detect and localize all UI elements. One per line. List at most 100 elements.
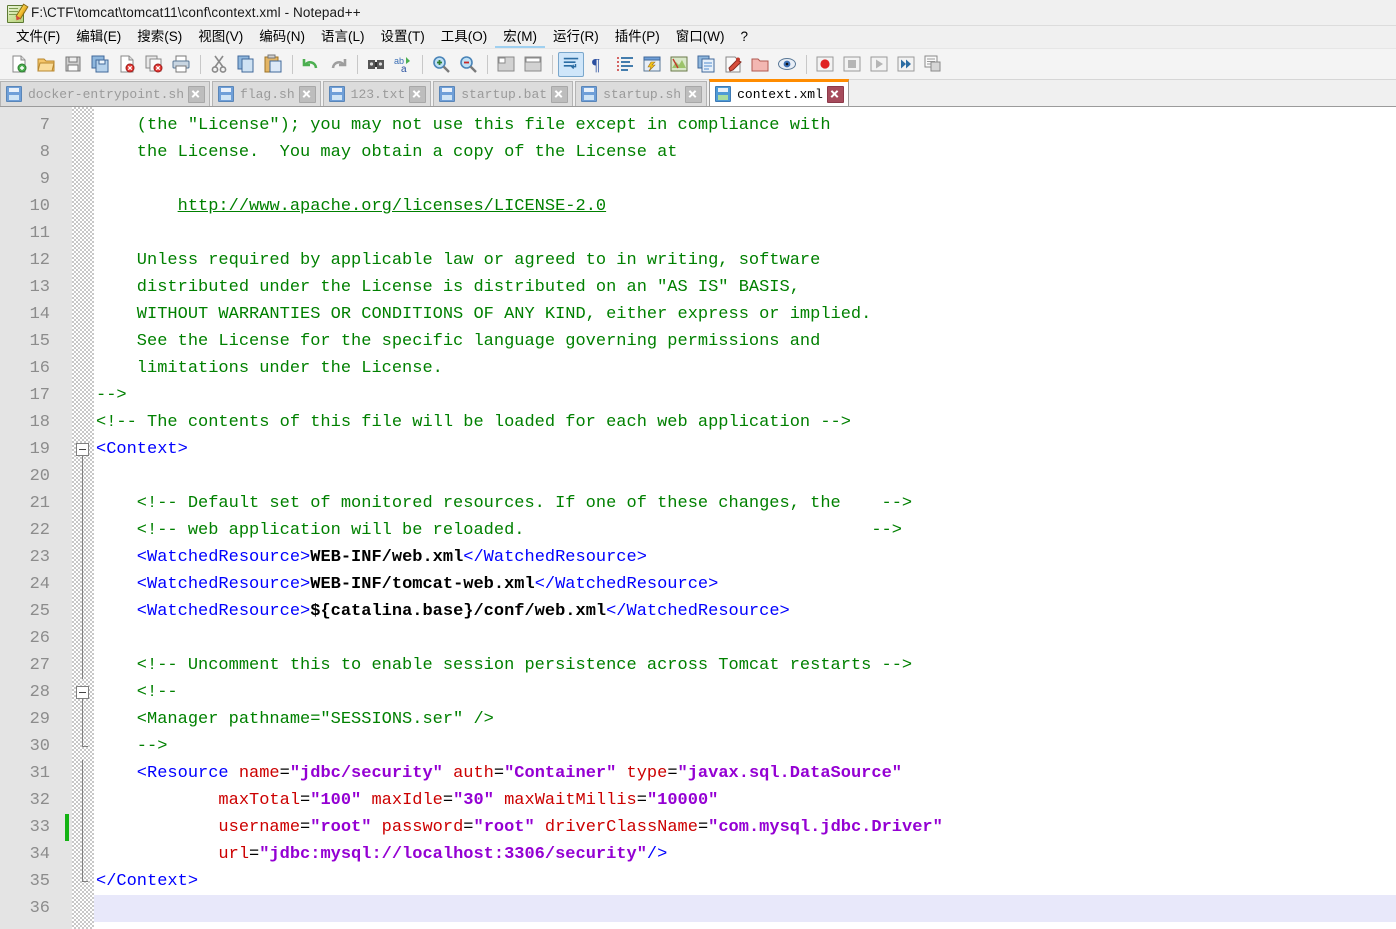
code-text-area[interactable]: (the "License"); you may not use this fi… (94, 107, 1396, 929)
save-macro-icon[interactable] (920, 52, 946, 77)
code-line[interactable] (94, 895, 1396, 922)
record-macro-icon[interactable] (812, 52, 838, 77)
show-all-characters-icon[interactable]: ¶ (585, 52, 611, 77)
marker-slot (62, 490, 72, 517)
code-line[interactable]: username="root" password="root" driverCl… (94, 814, 1396, 841)
menu-window[interactable]: 窗口(W) (668, 26, 733, 48)
code-line[interactable]: <!-- The contents of this file will be l… (94, 409, 1396, 436)
save-all-icon[interactable] (87, 52, 113, 77)
run-macro-multiple-icon[interactable] (893, 52, 919, 77)
code-line[interactable]: <!-- web application will be reloaded. -… (94, 517, 1396, 544)
menu-tools[interactable]: 工具(O) (433, 26, 496, 48)
fold-line (82, 706, 83, 733)
code-line[interactable]: Unless required by applicable law or agr… (94, 247, 1396, 274)
tab-flag-sh[interactable]: flag.sh (212, 81, 321, 106)
fold-line (82, 787, 83, 814)
menu-help[interactable]: ? (732, 26, 756, 48)
code-line[interactable]: <Manager pathname="SESSIONS.ser" /> (94, 706, 1396, 733)
undo-icon[interactable] (298, 52, 324, 77)
close-tab-icon[interactable] (685, 85, 703, 103)
user-defined-language-icon[interactable] (639, 52, 665, 77)
copy-icon[interactable] (233, 52, 259, 77)
menu-file[interactable]: 文件(F) (8, 26, 68, 48)
find-icon[interactable] (363, 52, 389, 77)
code-line[interactable]: http://www.apache.org/licenses/LICENSE-2… (94, 193, 1396, 220)
code-line[interactable]: <Resource name="jdbc/security" auth="Con… (94, 760, 1396, 787)
sync-horizontal-icon[interactable] (520, 52, 546, 77)
code-line[interactable]: --> (94, 733, 1396, 760)
fold-collapse-icon[interactable] (76, 443, 89, 456)
zoom-in-icon[interactable] (428, 52, 454, 77)
code-line[interactable]: <!-- Uncomment this to enable session pe… (94, 652, 1396, 679)
function-list-icon[interactable] (693, 52, 719, 77)
zoom-out-icon[interactable] (455, 52, 481, 77)
code-line[interactable]: limitations under the License. (94, 355, 1396, 382)
code-line[interactable]: maxTotal="100" maxIdle="30" maxWaitMilli… (94, 787, 1396, 814)
code-token-tag: </Context> (96, 872, 199, 891)
menu-encoding[interactable]: 编码(N) (251, 26, 313, 48)
code-line[interactable]: url="jdbc:mysql://localhost:3306/securit… (94, 841, 1396, 868)
new-file-icon[interactable] (6, 52, 32, 77)
code-line[interactable]: <!-- Default set of monitored resources.… (94, 490, 1396, 517)
hide-lines-icon[interactable] (747, 52, 773, 77)
code-line[interactable] (94, 625, 1396, 652)
save-icon[interactable] (60, 52, 86, 77)
tab-123-txt[interactable]: 123.txt (322, 81, 432, 106)
menu-search[interactable]: 搜索(S) (129, 26, 190, 48)
open-file-icon[interactable] (33, 52, 59, 77)
redo-icon[interactable] (325, 52, 351, 77)
tab-startup-bat[interactable]: startup.bat (433, 81, 574, 106)
tab-startup-sh[interactable]: startup.sh (575, 81, 708, 106)
menu-settings[interactable]: 设置(T) (373, 26, 433, 48)
code-line[interactable]: --> (94, 382, 1396, 409)
fold-collapse-icon[interactable] (76, 686, 89, 699)
paste-icon[interactable] (260, 52, 286, 77)
close-file-icon[interactable] (114, 52, 140, 77)
close-tab-icon[interactable] (298, 85, 316, 103)
code-line[interactable]: WITHOUT WARRANTIES OR CONDITIONS OF ANY … (94, 301, 1396, 328)
code-line[interactable]: See the License for the specific languag… (94, 328, 1396, 355)
code-line[interactable]: </Context> (94, 868, 1396, 895)
code-line[interactable]: <Context> (94, 436, 1396, 463)
sync-vertical-icon[interactable] (493, 52, 519, 77)
close-tab-icon[interactable] (409, 85, 427, 103)
play-macro-icon[interactable] (866, 52, 892, 77)
folder-as-workspace-icon[interactable] (720, 52, 746, 77)
word-wrap-icon[interactable] (558, 51, 584, 77)
code-line[interactable] (94, 220, 1396, 247)
code-line[interactable]: <WatchedResource>WEB-INF/web.xml</Watche… (94, 544, 1396, 571)
close-all-icon[interactable] (141, 52, 167, 77)
indent-guide-icon[interactable] (612, 52, 638, 77)
menu-language[interactable]: 语言(L) (313, 26, 373, 48)
code-line[interactable]: (the "License"); you may not use this fi… (94, 112, 1396, 139)
code-line[interactable] (94, 463, 1396, 490)
code-line[interactable] (94, 166, 1396, 193)
menu-run[interactable]: 运行(R) (545, 26, 607, 48)
code-token-val: "30" (453, 791, 494, 810)
fold-row[interactable] (72, 436, 94, 463)
code-token-attr: type (626, 764, 668, 783)
preview-icon[interactable] (774, 52, 800, 77)
code-line[interactable]: the License. You may obtain a copy of th… (94, 139, 1396, 166)
code-line[interactable]: distributed under the License is distrib… (94, 274, 1396, 301)
menu-view[interactable]: 视图(V) (190, 26, 251, 48)
document-map-icon[interactable] (666, 52, 692, 77)
code-line[interactable]: <WatchedResource>WEB-INF/tomcat-web.xml<… (94, 571, 1396, 598)
menu-macro[interactable]: 宏(M) (495, 26, 545, 48)
menu-plugins[interactable]: 插件(P) (607, 26, 668, 48)
replace-icon[interactable]: ab a (390, 52, 416, 77)
tab-context-xml[interactable]: context.xml (709, 79, 849, 106)
stop-recording-icon[interactable] (839, 52, 865, 77)
code-line[interactable]: <WatchedResource>${catalina.base}/conf/w… (94, 598, 1396, 625)
close-tab-icon[interactable] (551, 85, 569, 103)
close-tab-icon[interactable] (826, 85, 844, 103)
editor-area[interactable]: 7 8 9 10 11 12 13 14 15 16 17 18 19 20 21 22 23 24 25 26 27 2… (0, 107, 1396, 929)
menu-edit[interactable]: 编辑(E) (68, 26, 129, 48)
code-folding-column[interactable] (72, 107, 94, 929)
print-icon[interactable] (168, 52, 194, 77)
code-line[interactable]: <!-- (94, 679, 1396, 706)
fold-row[interactable] (72, 679, 94, 706)
tab-docker-entrypoint-sh[interactable]: docker-entrypoint.sh (0, 81, 211, 106)
close-tab-icon[interactable] (188, 85, 206, 103)
cut-icon[interactable] (206, 52, 232, 77)
